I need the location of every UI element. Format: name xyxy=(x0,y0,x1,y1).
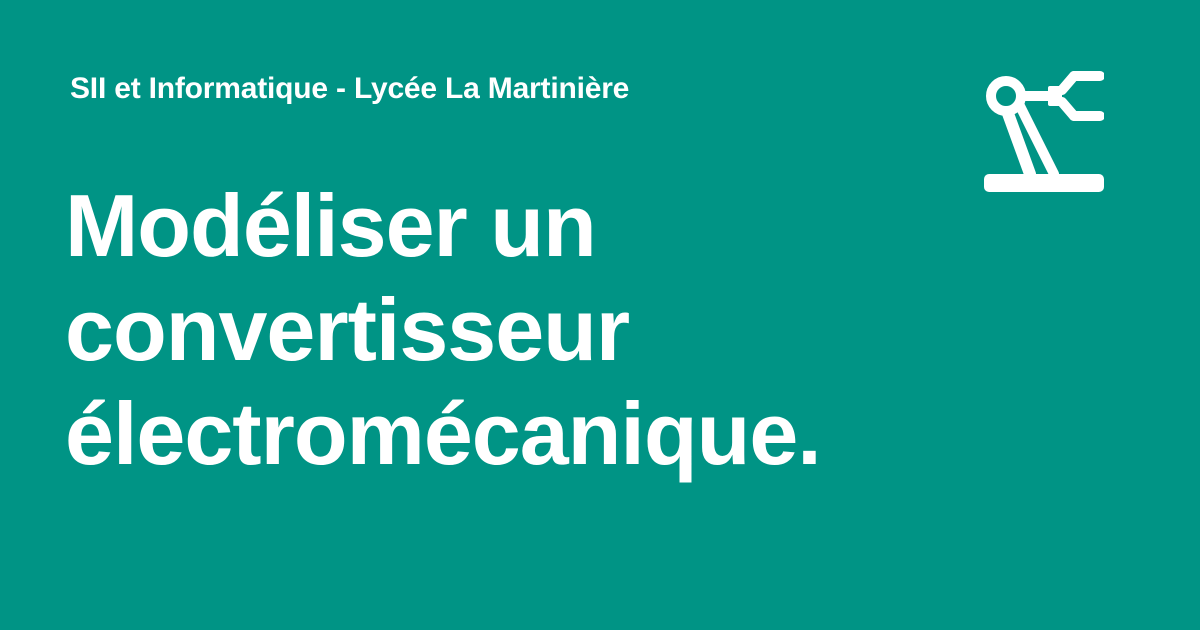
title-line: électromécanique. xyxy=(65,384,822,483)
title-line: convertisseur xyxy=(65,280,630,379)
site-name: SII et Informatique - Lycée La Martinièr… xyxy=(70,72,630,105)
title-line: Modéliser un xyxy=(65,176,597,275)
social-card: SII et Informatique - Lycée La Martinièr… xyxy=(0,0,1200,630)
page-title: Modéliser un convertisseur électromécani… xyxy=(65,174,965,486)
robot-arm-icon xyxy=(984,71,1104,192)
